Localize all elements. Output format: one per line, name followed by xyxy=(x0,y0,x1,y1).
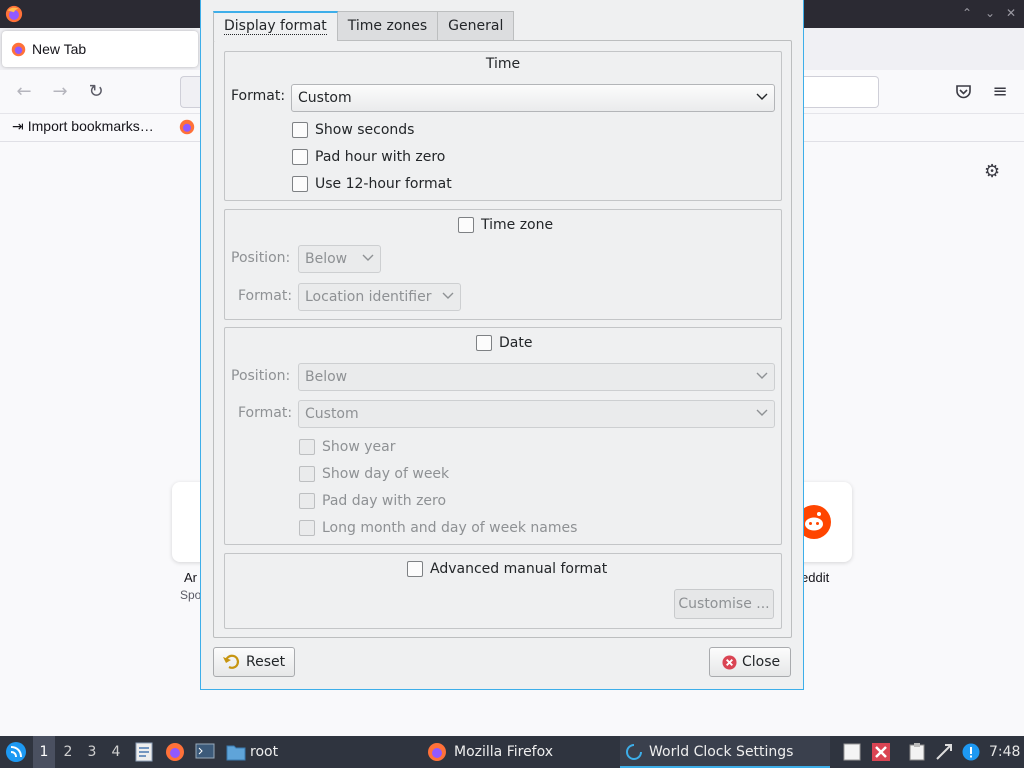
chevron-down-icon xyxy=(756,93,768,100)
timezone-group: Time zone Position: Below Format: Locati… xyxy=(224,209,782,320)
date-format-label: Format: xyxy=(238,405,293,421)
browser-tab-title: New Tab xyxy=(32,41,87,57)
pad-day-checkbox[interactable]: Pad day with zero xyxy=(299,492,446,510)
taskbar-clock[interactable]: 7:48 xyxy=(989,736,1020,768)
world-clock-settings-dialog: Display format Time zones General Time F… xyxy=(200,0,804,690)
network-tray-icon[interactable] xyxy=(935,743,953,761)
timezone-format-select[interactable]: Location identifier xyxy=(298,283,461,311)
close-tray-icon[interactable] xyxy=(872,743,890,761)
settings-tabbar: Display format Time zones General xyxy=(213,11,515,41)
task-root-folder[interactable]: root xyxy=(224,736,278,768)
desktop-2-button[interactable]: 2 xyxy=(57,736,79,768)
firefox-launcher-icon[interactable] xyxy=(165,742,185,762)
date-position-label: Position: xyxy=(231,368,291,384)
chevron-down-icon xyxy=(756,409,768,416)
firefox-task-icon xyxy=(428,743,446,761)
desktop-1-button[interactable]: 1 xyxy=(33,736,55,768)
customise-button[interactable]: Customise ... xyxy=(674,589,774,619)
import-icon: ⇥ xyxy=(12,118,24,134)
time-group: Time Format: Custom Show seconds Pad hou… xyxy=(224,51,782,201)
close-button[interactable]: Close xyxy=(709,647,791,677)
use-12-hour-checkbox[interactable]: Use 12-hour format xyxy=(292,175,452,193)
pad-hour-checkbox[interactable]: Pad hour with zero xyxy=(292,148,445,166)
date-position-select[interactable]: Below xyxy=(298,363,775,391)
settings-gear-icon[interactable]: ⚙ xyxy=(984,163,1002,181)
chevron-down-icon xyxy=(362,254,374,261)
chevron-down-icon xyxy=(442,292,454,299)
tab-display-format[interactable]: Display format xyxy=(213,11,338,41)
task-world-clock-settings[interactable]: World Clock Settings xyxy=(620,736,830,768)
shortcut-left-sub: Spo xyxy=(180,588,202,602)
tab-general[interactable]: General xyxy=(437,11,515,41)
display-format-panel: Time Format: Custom Show seconds Pad hou… xyxy=(213,40,792,638)
date-group: Date Position: Below Format: Custom Show… xyxy=(224,327,782,545)
menu-hamburger-icon[interactable]: ≡ xyxy=(990,82,1010,102)
tab-time-zones[interactable]: Time zones xyxy=(336,11,439,41)
timezone-checkbox[interactable]: Time zone xyxy=(458,216,553,234)
notes-tray-icon[interactable] xyxy=(843,743,861,761)
taskbar: 1 2 3 4 root Mozilla Firefox World Clock… xyxy=(0,736,1024,768)
timezone-position-label: Position: xyxy=(231,250,291,266)
timezone-format-label: Format: xyxy=(238,288,293,304)
text-editor-launcher-icon[interactable] xyxy=(135,742,153,762)
show-seconds-checkbox[interactable]: Show seconds xyxy=(292,121,414,139)
shortcut-reddit-caption: eddit xyxy=(801,570,830,585)
shortcut-left-caption: Ar xyxy=(184,570,197,585)
reload-icon[interactable]: ↻ xyxy=(86,82,106,102)
minimize-window-icon[interactable]: ⌃ xyxy=(962,6,972,20)
forward-arrow-icon[interactable]: → xyxy=(50,82,70,102)
back-arrow-icon[interactable]: ← xyxy=(14,82,34,102)
task-mozilla-firefox[interactable]: Mozilla Firefox xyxy=(424,736,614,768)
show-day-of-week-checkbox[interactable]: Show day of week xyxy=(299,465,449,483)
clipboard-tray-icon[interactable] xyxy=(908,743,926,761)
pocket-icon[interactable] xyxy=(955,84,972,100)
time-format-label: Format: xyxy=(231,88,286,104)
folder-icon xyxy=(226,745,246,761)
firefox-tab-icon xyxy=(11,42,26,57)
time-format-select[interactable]: Custom xyxy=(291,84,775,112)
app-launcher-icon[interactable] xyxy=(5,741,27,763)
advanced-manual-format-checkbox[interactable]: Advanced manual format xyxy=(407,560,607,578)
undo-arrow-icon xyxy=(223,654,240,669)
reset-button[interactable]: Reset xyxy=(213,647,295,677)
date-format-select[interactable]: Custom xyxy=(298,400,775,428)
desktop-4-button[interactable]: 4 xyxy=(105,736,127,768)
desktop-3-button[interactable]: 3 xyxy=(81,736,103,768)
maximize-window-icon[interactable]: ⌄ xyxy=(985,6,995,20)
firefox-bookmark-icon[interactable] xyxy=(179,119,195,135)
date-checkbox[interactable]: Date xyxy=(476,334,532,352)
firefox-logo-icon xyxy=(5,5,23,23)
clock-task-icon xyxy=(626,744,642,760)
show-year-checkbox[interactable]: Show year xyxy=(299,438,395,456)
chevron-down-icon xyxy=(756,372,768,379)
browser-tab-new-tab[interactable]: New Tab xyxy=(2,31,198,67)
close-circle-icon xyxy=(722,655,737,670)
import-bookmarks-link[interactable]: ⇥ Import bookmarks… xyxy=(12,118,154,135)
time-group-title: Time xyxy=(485,56,521,72)
notification-alert-icon[interactable] xyxy=(962,743,980,761)
close-window-icon[interactable]: ✕ xyxy=(1006,6,1016,20)
long-names-checkbox[interactable]: Long month and day of week names xyxy=(299,519,577,537)
terminal-launcher-icon[interactable] xyxy=(195,743,215,761)
timezone-position-select[interactable]: Below xyxy=(298,245,381,273)
advanced-format-group: Advanced manual format Customise ... xyxy=(224,553,782,629)
url-bar-end[interactable] xyxy=(800,76,879,108)
